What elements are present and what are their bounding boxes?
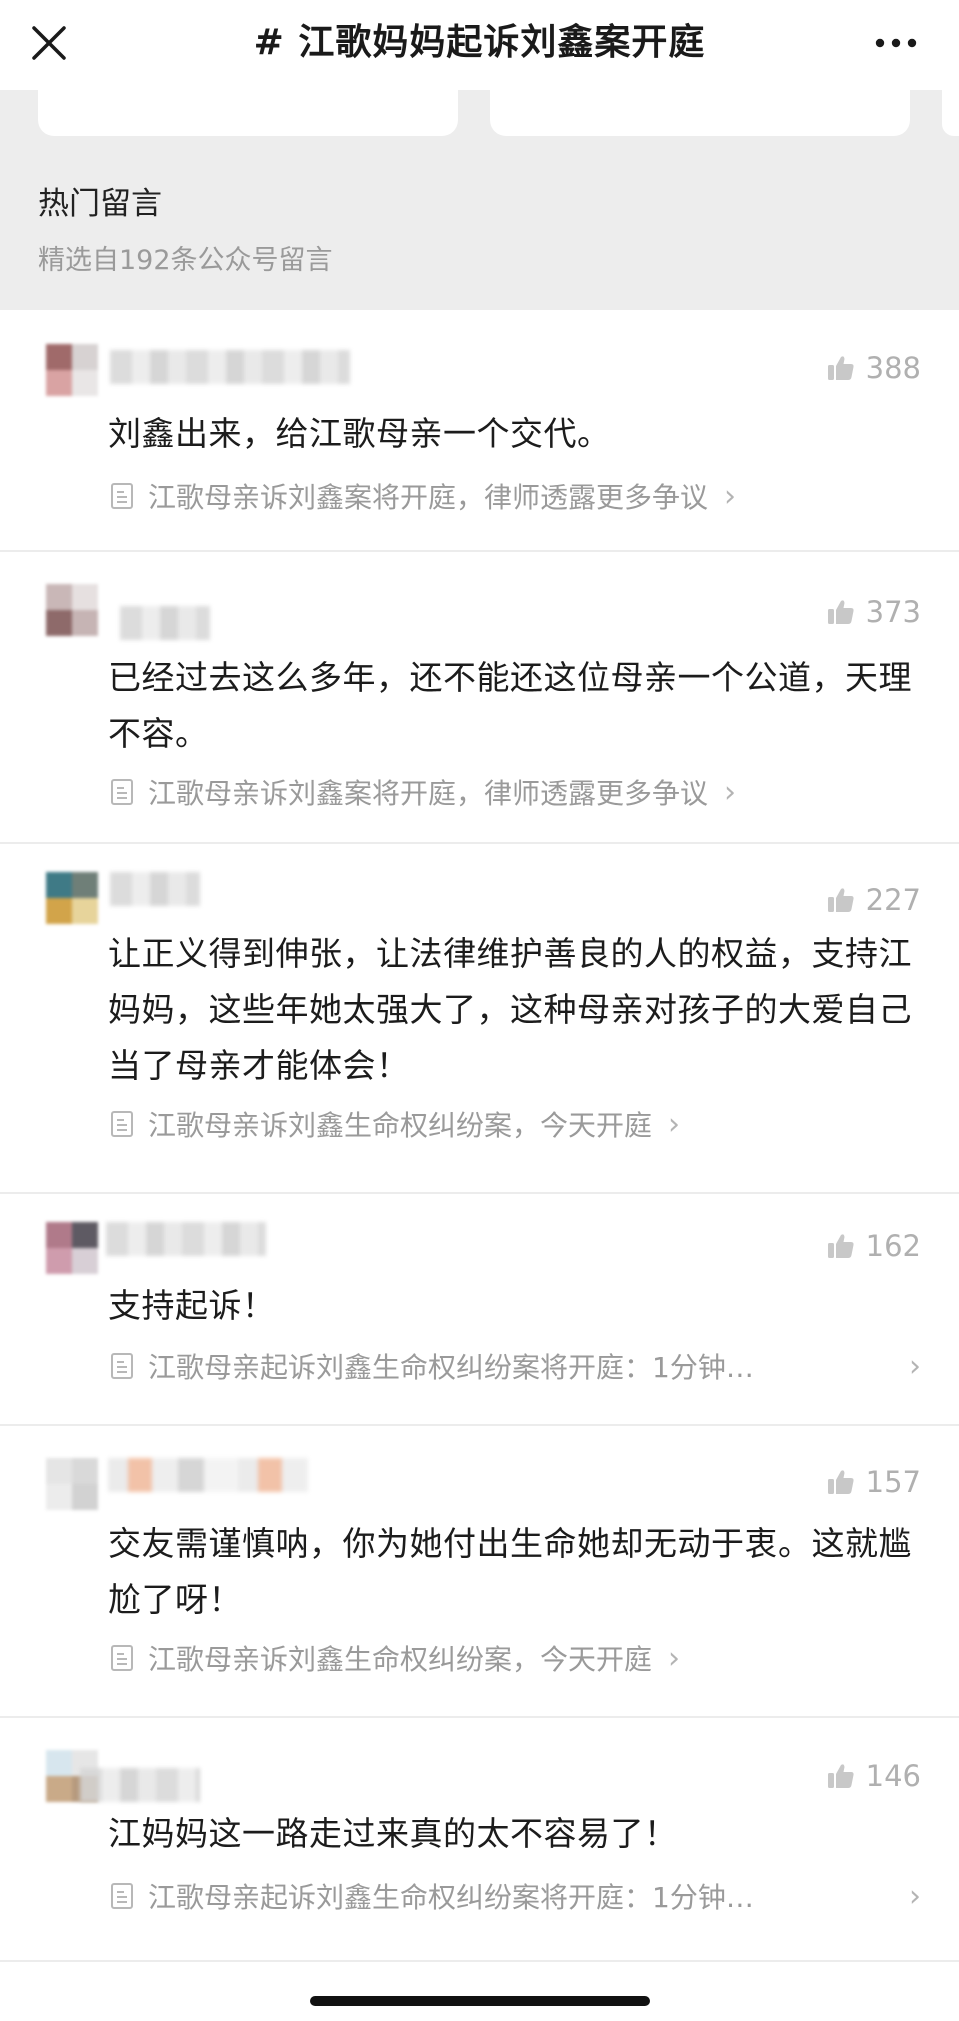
- avatar-pixel: [46, 872, 72, 898]
- comment-item: 162 支持起诉！ 江歌母亲起诉刘鑫生命权纠纷案将开庭：1分钟… ›: [0, 1192, 959, 1426]
- avatar-pixel: [46, 370, 72, 396]
- nickname-blurred: [110, 350, 350, 384]
- section-header: 热门留言 精选自192条公众号留言: [0, 90, 959, 310]
- like-button[interactable]: 227: [826, 880, 921, 920]
- article-link[interactable]: 江歌母亲诉刘鑫生命权纠纷案，今天开庭 ›: [110, 1104, 921, 1144]
- avatar-pixel: [46, 1750, 72, 1776]
- thumb-up-icon: [827, 1470, 854, 1494]
- more-icon[interactable]: [871, 22, 921, 64]
- comment-text: 交友需谨慎呐，你为她付出生命她却无动于衷。这就尴尬了呀！: [108, 1524, 912, 1619]
- avatar-pixel: [46, 344, 72, 370]
- avatar[interactable]: [46, 1222, 98, 1274]
- card-stub: [942, 90, 959, 136]
- document-icon: [111, 779, 133, 805]
- article-title: 江歌母亲起诉刘鑫生命权纠纷案将开庭：1分钟…: [148, 1351, 754, 1384]
- chevron-right-icon: ›: [909, 1348, 921, 1384]
- chevron-right-icon: ›: [668, 1106, 681, 1142]
- comment-text: 已经过去这么多年，还不能还这位母亲一个公道，天理不容。: [108, 658, 912, 753]
- comment-item: 227 让正义得到伸张，让法律维护善良的人的权益，支持江妈妈，这些年她太强大了，…: [0, 842, 959, 1194]
- avatar-pixel: [46, 610, 72, 636]
- like-count: 162: [865, 1229, 921, 1263]
- comment-item: 373 已经过去这么多年，还不能还这位母亲一个公道，天理不容。 江歌母亲诉刘鑫案…: [0, 550, 959, 844]
- avatar[interactable]: [46, 872, 98, 924]
- nickname-blurred: [110, 872, 200, 906]
- comment-text: 江妈妈这一路走过来真的太不容易了！: [108, 1814, 678, 1853]
- section-title: 热门留言: [38, 186, 162, 222]
- document-icon: [111, 1353, 133, 1379]
- nickname-blurred: [80, 1768, 200, 1802]
- card-stub: [38, 90, 458, 136]
- article-title: 江歌母亲诉刘鑫生命权纠纷案，今天开庭: [148, 1109, 653, 1142]
- nav-bar: # 江歌妈妈起诉刘鑫案开庭: [0, 0, 959, 90]
- like-count: 388: [865, 351, 921, 385]
- like-button[interactable]: 388: [826, 348, 921, 388]
- avatar-pixel: [72, 1458, 98, 1484]
- article-title: 江歌母亲诉刘鑫案将开庭，律师透露更多争议: [148, 481, 709, 514]
- home-indicator[interactable]: [310, 1996, 650, 2006]
- thumb-up-icon: [827, 356, 854, 380]
- article-link[interactable]: 江歌母亲诉刘鑫案将开庭，律师透露更多争议 ›: [110, 772, 921, 812]
- avatar[interactable]: [46, 1458, 98, 1510]
- document-icon: [111, 1645, 133, 1671]
- like-count: 146: [865, 1759, 921, 1793]
- comment-item: 146 江妈妈这一路走过来真的太不容易了！ 江歌母亲起诉刘鑫生命权纠纷案将开庭：…: [0, 1716, 959, 1962]
- like-button[interactable]: 162: [826, 1226, 921, 1266]
- comment-text: 支持起诉！: [108, 1286, 276, 1325]
- article-link[interactable]: 江歌母亲诉刘鑫案将开庭，律师透露更多争议 ›: [110, 476, 921, 516]
- thumb-up-icon: [827, 1764, 854, 1788]
- document-icon: [111, 483, 133, 509]
- article-title: 江歌母亲起诉刘鑫生命权纠纷案将开庭：1分钟…: [148, 1881, 754, 1914]
- avatar-pixel: [72, 1484, 98, 1510]
- thumb-up-icon: [827, 600, 854, 624]
- comment-text: 刘鑫出来，给江歌母亲一个交代。: [108, 414, 611, 453]
- article-title: 江歌母亲诉刘鑫案将开庭，律师透露更多争议: [148, 777, 709, 810]
- avatar-pixel: [72, 898, 98, 924]
- page-title: # 江歌妈妈起诉刘鑫案开庭: [253, 22, 706, 63]
- nickname-blurred: [106, 1222, 266, 1256]
- avatar-pixel: [72, 872, 98, 898]
- avatar-pixel: [72, 344, 98, 370]
- avatar-pixel: [72, 1222, 98, 1248]
- avatar-pixel: [72, 370, 98, 396]
- nickname-blurred: [108, 1458, 308, 1492]
- avatar[interactable]: [46, 344, 98, 396]
- avatar-pixel: [46, 1776, 72, 1802]
- avatar-pixel: [72, 610, 98, 636]
- like-button[interactable]: 146: [826, 1756, 921, 1796]
- thumb-up-icon: [827, 888, 854, 912]
- like-button[interactable]: 157: [826, 1462, 921, 1502]
- avatar-pixel: [46, 1248, 72, 1274]
- comment-item: 388 刘鑫出来，给江歌母亲一个交代。 江歌母亲诉刘鑫案将开庭，律师透露更多争议…: [0, 310, 959, 552]
- avatar-pixel: [46, 898, 72, 924]
- like-count: 227: [865, 883, 921, 917]
- article-link[interactable]: 江歌母亲起诉刘鑫生命权纠纷案将开庭：1分钟… ›: [110, 1876, 921, 1916]
- like-count: 373: [865, 595, 921, 629]
- avatar-pixel: [46, 1222, 72, 1248]
- chevron-right-icon: ›: [909, 1878, 921, 1914]
- chevron-right-icon: ›: [668, 1640, 681, 1676]
- document-icon: [111, 1883, 133, 1909]
- avatar-pixel: [46, 584, 72, 610]
- card-stub: [490, 90, 910, 136]
- article-link[interactable]: 江歌母亲起诉刘鑫生命权纠纷案将开庭：1分钟… ›: [110, 1346, 921, 1386]
- thumb-up-icon: [827, 1234, 854, 1258]
- document-icon: [111, 1111, 133, 1137]
- avatar-pixel: [72, 1248, 98, 1274]
- like-count: 157: [865, 1465, 921, 1499]
- chevron-right-icon: ›: [724, 478, 737, 514]
- chevron-right-icon: ›: [724, 774, 737, 810]
- like-button[interactable]: 373: [826, 592, 921, 632]
- section-subtitle: 精选自192条公众号留言: [38, 245, 333, 276]
- comment-text: 让正义得到伸张，让法律维护善良的人的权益，支持江妈妈，这些年她太强大了，这种母亲…: [108, 934, 912, 1085]
- avatar-pixel: [46, 1484, 72, 1510]
- article-link[interactable]: 江歌母亲诉刘鑫生命权纠纷案，今天开庭 ›: [110, 1638, 921, 1678]
- avatar-pixel: [46, 1458, 72, 1484]
- avatar[interactable]: [46, 584, 98, 636]
- comment-item: 157 交友需谨慎呐，你为她付出生命她却无动于衷。这就尴尬了呀！ 江歌母亲诉刘鑫…: [0, 1424, 959, 1718]
- avatar-pixel: [72, 584, 98, 610]
- nickname-blurred: [120, 606, 210, 640]
- article-title: 江歌母亲诉刘鑫生命权纠纷案，今天开庭: [148, 1643, 653, 1676]
